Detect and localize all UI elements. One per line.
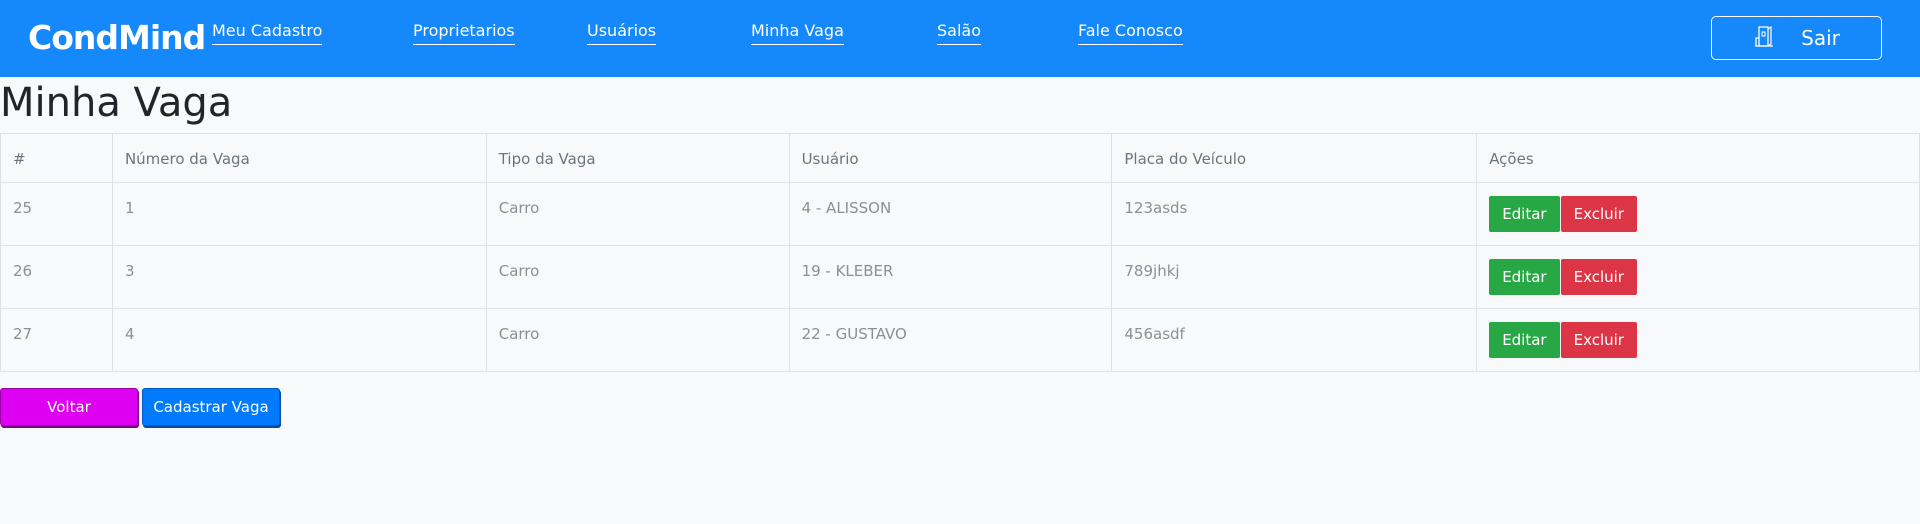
cell-usuario: 22 - GUSTAVO [788,308,1113,372]
logo-text: CondMind [28,18,206,57]
cell-usuario: 4 - ALISSON [788,182,1113,246]
delete-button[interactable]: Excluir [1560,196,1637,232]
nav-link-salao[interactable]: Salão [937,20,981,45]
edit-button[interactable]: Editar [1489,259,1560,295]
table-row: 25 1 Carro 4 - ALISSON 123asds Editar Exc… [0,182,1920,246]
cell-tipo: Carro [485,182,790,246]
cell-id: 27 [0,308,113,372]
cell-usuario: 19 - KLEBER [788,245,1113,309]
brand-logo[interactable]: CondMind [28,14,206,60]
table-header-row: # Número da Vaga Tipo da Vaga Usuário Pl… [0,133,1920,183]
cell-acoes: Editar Excluir [1476,182,1920,246]
cell-numero: 1 [111,182,487,246]
nav-link-proprietarios[interactable]: Proprietarios [413,20,515,45]
table-row: 26 3 Carro 19 - KLEBER 789jhkj Editar Exc… [0,245,1920,309]
cell-numero: 3 [111,245,487,309]
header-numero-vaga: Número da Vaga [111,133,487,183]
cell-id: 25 [0,182,113,246]
cell-acoes: Editar Excluir [1476,245,1920,309]
building-door-icon [1753,24,1775,53]
parking-spots-table: # Número da Vaga Tipo da Vaga Usuário Pl… [0,133,1920,372]
nav-link-minha-vaga[interactable]: Minha Vaga [751,20,844,45]
delete-button[interactable]: Excluir [1560,322,1637,358]
cell-numero: 4 [111,308,487,372]
nav-link-usuarios[interactable]: Usuários [587,20,657,45]
navbar: CondMind Meu Cadastro Proprietarios Usuá… [0,0,1920,77]
edit-button[interactable]: Editar [1489,196,1560,232]
cell-tipo: Carro [485,308,790,372]
cell-tipo: Carro [485,245,790,309]
logout-label: Sair [1801,26,1840,50]
table-row: 27 4 Carro 22 - GUSTAVO 456asdf Editar Ex… [0,308,1920,372]
header-usuario: Usuário [788,133,1113,183]
delete-button[interactable]: Excluir [1560,259,1637,295]
nav-link-meu-cadastro[interactable]: Meu Cadastro [212,20,323,45]
nav-link-fale-conosco[interactable]: Fale Conosco [1078,20,1183,45]
edit-button[interactable]: Editar [1489,322,1560,358]
cell-placa: 123asds [1111,182,1478,246]
header-id: # [0,133,113,183]
page-title: Minha Vaga [0,80,233,126]
cell-placa: 789jhkj [1111,245,1478,309]
header-tipo-vaga: Tipo da Vaga [485,133,790,183]
cell-id: 26 [0,245,113,309]
cell-placa: 456asdf [1111,308,1478,372]
back-button[interactable]: Voltar [0,388,138,426]
header-acoes: Ações [1476,133,1920,183]
cell-acoes: Editar Excluir [1476,308,1920,372]
header-placa: Placa do Veículo [1111,133,1478,183]
logout-button[interactable]: Sair [1711,16,1882,60]
register-spot-button[interactable]: Cadastrar Vaga [142,388,280,426]
